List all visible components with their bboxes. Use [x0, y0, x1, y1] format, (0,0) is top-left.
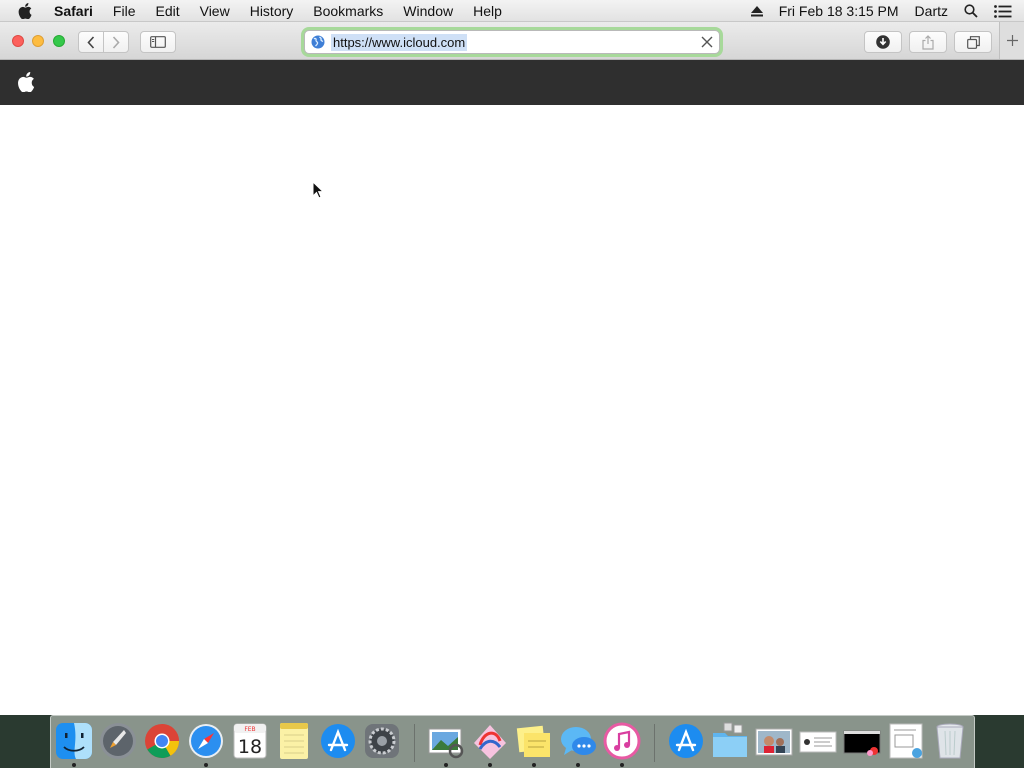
page-content — [0, 105, 1024, 715]
system-preferences-icon[interactable] — [362, 721, 402, 761]
notification-center-icon[interactable] — [994, 4, 1012, 18]
terminal-window-icon[interactable] — [842, 721, 882, 761]
trash-icon[interactable] — [930, 721, 970, 761]
chevron-right-icon — [112, 35, 120, 49]
url-text[interactable]: https://www.icloud.com — [331, 33, 468, 51]
downloads-button[interactable] — [864, 31, 902, 53]
zoom-window-button[interactable] — [53, 35, 65, 47]
running-indicator — [488, 763, 492, 767]
menu-help[interactable]: Help — [473, 3, 502, 19]
menu-edit[interactable]: Edit — [155, 3, 179, 19]
apple-menu-icon[interactable] — [18, 2, 38, 19]
clear-address-icon[interactable] — [701, 36, 713, 48]
spotlight-search-icon[interactable] — [964, 4, 978, 18]
running-indicator — [72, 763, 76, 767]
minimize-window-button[interactable] — [32, 35, 44, 47]
user-name[interactable]: Dartz — [915, 3, 948, 19]
menu-file[interactable]: File — [113, 3, 136, 19]
menu-app-name[interactable]: Safari — [54, 3, 93, 19]
clock-datetime[interactable]: Fri Feb 18 3:15 PM — [779, 3, 899, 19]
forward-button[interactable] — [103, 31, 129, 53]
plus-icon — [1006, 35, 1018, 46]
document-icon[interactable] — [798, 721, 838, 761]
running-indicator — [620, 763, 624, 767]
running-indicator — [204, 763, 208, 767]
running-indicator — [444, 763, 448, 767]
show-all-tabs-button[interactable] — [954, 31, 992, 53]
running-indicator — [576, 763, 580, 767]
dock-separator — [414, 724, 415, 762]
messages-icon[interactable] — [558, 721, 598, 761]
grapher-icon[interactable] — [470, 721, 510, 761]
calendar-day: 18 — [238, 736, 262, 758]
calendar-icon[interactable]: FEB 18 — [230, 721, 270, 761]
notes-icon[interactable] — [274, 721, 314, 761]
folder-icon[interactable] — [710, 721, 750, 761]
safari-window: https://www.icloud.com — [0, 22, 1024, 715]
photo-icon[interactable] — [754, 721, 794, 761]
toolbar: https://www.icloud.com — [0, 22, 1024, 60]
sidebar-icon — [150, 36, 166, 48]
menu-bookmarks[interactable]: Bookmarks — [313, 3, 383, 19]
dock-separator — [654, 724, 655, 762]
close-window-button[interactable] — [12, 35, 24, 47]
icloud-header — [0, 60, 1024, 105]
safari-icon[interactable] — [186, 721, 226, 761]
screenshot-icon[interactable] — [886, 721, 926, 761]
back-button[interactable] — [78, 31, 104, 53]
sidebar-toggle-button[interactable] — [140, 31, 176, 53]
app-store-folder-icon[interactable] — [666, 721, 706, 761]
menu-view[interactable]: View — [200, 3, 230, 19]
share-icon — [922, 34, 934, 50]
menu-window[interactable]: Window — [403, 3, 453, 19]
menu-history[interactable]: History — [250, 3, 294, 19]
stickies-icon[interactable] — [514, 721, 554, 761]
chevron-left-icon — [87, 35, 95, 49]
preview-icon[interactable] — [426, 721, 466, 761]
chrome-icon[interactable] — [142, 721, 182, 761]
launchpad-icon[interactable] — [98, 721, 138, 761]
mouse-cursor-icon — [312, 181, 324, 199]
globe-icon — [311, 35, 325, 49]
itunes-icon[interactable] — [602, 721, 642, 761]
download-icon — [876, 35, 890, 49]
share-button[interactable] — [909, 31, 947, 53]
app-store-icon[interactable] — [318, 721, 358, 761]
tabs-icon — [966, 35, 980, 49]
calendar-month: FEB — [244, 726, 255, 733]
menu-bar: Safari File Edit View History Bookmarks … — [0, 0, 1024, 22]
eject-icon[interactable] — [750, 5, 763, 17]
running-indicator — [532, 763, 536, 767]
finder-icon[interactable] — [54, 721, 94, 761]
new-tab-button[interactable] — [999, 22, 1024, 59]
address-bar[interactable]: https://www.icloud.com — [304, 30, 720, 54]
apple-logo-icon[interactable] — [17, 72, 35, 92]
